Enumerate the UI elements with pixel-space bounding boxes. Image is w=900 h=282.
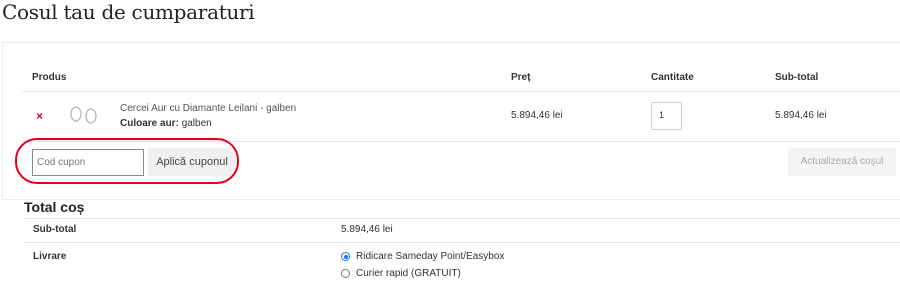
shipping-label: Livrare (33, 251, 67, 262)
shipping-option-sameday[interactable]: Ridicare Sameday Point/Easybox (341, 251, 504, 262)
radio-selected-icon[interactable] (341, 252, 350, 261)
shipping-option-label: Curier rapid (GRATUIT) (356, 268, 461, 279)
update-cart-button[interactable]: Actualizează coșul (788, 148, 896, 176)
page-title: Cosul tau de cumparaturi (2, 0, 255, 24)
earrings-icon (70, 106, 97, 124)
column-header-price: Preț (511, 72, 531, 83)
product-attribute-value: galben (181, 118, 212, 129)
column-header-quantity: Cantitate (651, 72, 694, 83)
totals-divider (24, 242, 900, 243)
totals-subtotal-label: Sub-total (33, 224, 77, 235)
radio-unselected-icon[interactable] (341, 269, 350, 278)
remove-item-icon[interactable]: × (36, 109, 43, 123)
column-header-product: Produs (32, 72, 67, 83)
product-price: 5.894,46 lei (511, 110, 563, 121)
totals-subtotal-value: 5.894,46 lei (341, 224, 393, 235)
product-attribute: Culoare aur: galben (120, 118, 212, 129)
header-divider (22, 91, 900, 92)
product-thumbnail[interactable] (66, 104, 102, 126)
product-attribute-label: Culoare aur: (120, 118, 179, 129)
product-subtotal: 5.894,46 lei (775, 110, 827, 121)
quantity-input[interactable]: 1 (651, 102, 682, 130)
cart-totals-title: Total coș (24, 199, 85, 215)
shipping-option-label: Ridicare Sameday Point/Easybox (356, 251, 505, 262)
product-name-link[interactable]: Cercei Aur cu Diamante Leilani - galben (120, 103, 296, 114)
shipping-option-courier[interactable]: Curier rapid (GRATUIT) (341, 268, 461, 279)
totals-divider-top (24, 218, 900, 219)
coupon-highlight-annotation (15, 138, 239, 184)
column-header-subtotal: Sub-total (775, 72, 819, 83)
